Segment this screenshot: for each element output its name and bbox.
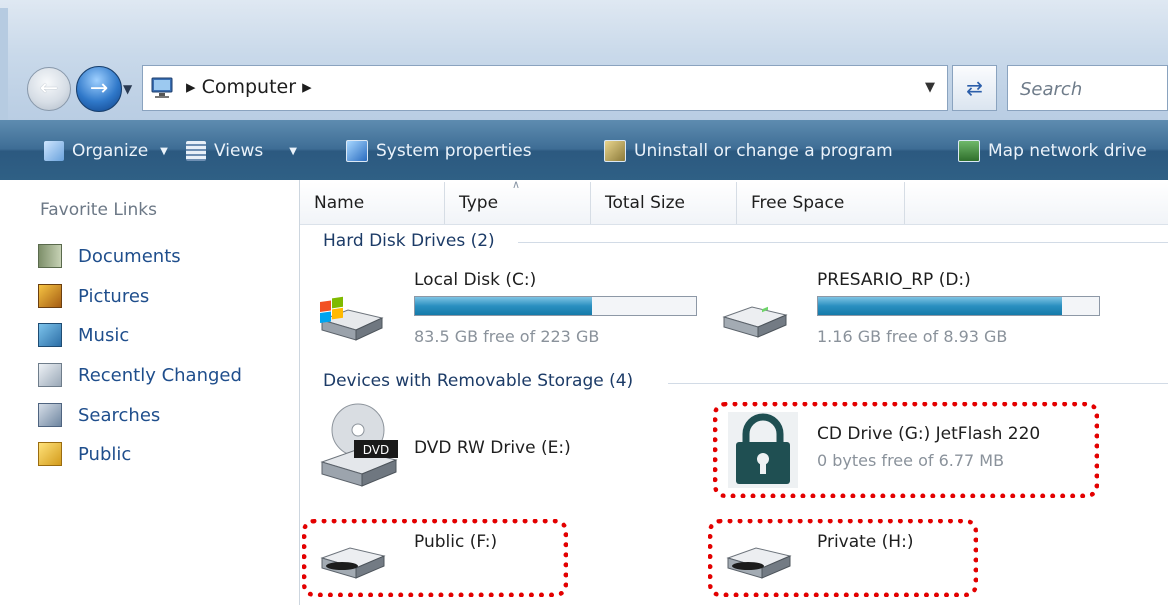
back-button[interactable]: ←: [27, 67, 71, 111]
address-dropdown-icon[interactable]: ▼: [925, 80, 935, 95]
organize-label: Organize: [72, 141, 149, 161]
nav-item-label: Documents: [78, 245, 181, 267]
nav-item-searches[interactable]: Searches: [38, 400, 160, 430]
sort-ascending-icon: ∧: [512, 178, 521, 191]
map-network-drive-icon: [958, 140, 980, 162]
pictures-icon: [38, 284, 62, 308]
system-properties-label: System properties: [376, 141, 532, 161]
search-input[interactable]: [1018, 67, 1162, 111]
uninstall-label: Uninstall or change a program: [634, 141, 893, 161]
column-header-total-size[interactable]: Total Size: [591, 182, 737, 224]
group-divider: [668, 383, 1168, 384]
highlight-annotation: [302, 519, 568, 597]
nav-item-label: Recently Changed: [78, 364, 242, 386]
drive-usage-fill: [818, 297, 1063, 315]
music-icon: [38, 323, 62, 347]
nav-item-pictures[interactable]: Pictures: [38, 281, 149, 311]
nav-item-label: Music: [78, 324, 130, 346]
nav-item-label: Searches: [78, 404, 161, 426]
group-label: Devices with Removable Storage (4): [323, 371, 634, 391]
views-icon: [186, 141, 206, 161]
map-network-drive-label: Map network drive: [988, 141, 1147, 161]
system-properties-icon: [346, 140, 368, 162]
group-header-removable[interactable]: Devices with Removable Storage (4): [323, 371, 633, 391]
breadcrumb-separator-icon[interactable]: ▸: [296, 76, 312, 98]
back-arrow-icon: ←: [39, 76, 59, 101]
highlight-annotation: [708, 519, 978, 597]
drive-usage-bar: [817, 296, 1100, 316]
forward-button[interactable]: →: [76, 66, 122, 112]
documents-icon: [38, 244, 62, 268]
recent-pages-dropdown-icon[interactable]: ▼: [123, 82, 132, 96]
group-label: Hard Disk Drives (2): [323, 231, 495, 251]
nav-item-label: Pictures: [78, 285, 150, 307]
refresh-icon: ⇄: [966, 76, 983, 100]
refresh-button[interactable]: ⇄: [952, 65, 997, 111]
highlight-annotation: [713, 402, 1099, 498]
breadcrumb[interactable]: ▸ Computer ▸: [186, 76, 312, 98]
column-header-name[interactable]: Name: [300, 182, 445, 224]
windows-hdd-icon: [320, 296, 384, 341]
system-properties-button[interactable]: System properties: [346, 136, 532, 166]
chevron-down-icon: ▼: [289, 145, 297, 157]
search-box[interactable]: [1007, 65, 1168, 111]
column-header-free-space[interactable]: Free Space: [737, 182, 905, 224]
public-folder-icon: [38, 442, 62, 466]
organize-icon: [44, 141, 64, 161]
organize-button[interactable]: Organize ▼: [44, 136, 168, 166]
drive-usage-bar: [414, 296, 697, 316]
drive-name: DVD RW Drive (E:): [414, 438, 571, 458]
recently-changed-icon: [38, 363, 62, 387]
favorite-links-heading: Favorite Links: [40, 200, 158, 220]
nav-item-music[interactable]: Music: [38, 320, 129, 350]
uninstall-program-button[interactable]: Uninstall or change a program: [604, 136, 893, 166]
views-button[interactable]: Views ▼: [186, 136, 297, 166]
breadcrumb-computer[interactable]: Computer: [202, 76, 296, 98]
nav-item-public[interactable]: Public: [38, 439, 131, 469]
computer-icon: [151, 77, 173, 98]
chevron-down-icon: ▼: [160, 145, 168, 157]
hdd-icon: [722, 306, 788, 338]
drive-name: Local Disk (C:): [414, 270, 537, 290]
nav-item-recently-changed[interactable]: Recently Changed: [38, 360, 242, 390]
breadcrumb-separator-icon[interactable]: ▸: [186, 76, 202, 98]
dvd-drive-icon: DVD: [320, 403, 398, 487]
dvd-badge-text: DVD: [363, 443, 389, 457]
drive-free-space: 83.5 GB free of 223 GB: [414, 327, 600, 346]
nav-item-label: Public: [78, 443, 132, 465]
group-divider: [518, 242, 1168, 243]
searches-icon: [38, 403, 62, 427]
uninstall-icon: [604, 140, 626, 162]
map-network-drive-button[interactable]: Map network drive: [958, 136, 1147, 166]
drive-usage-fill: [415, 297, 593, 315]
forward-arrow-icon: →: [89, 76, 109, 101]
window-frame-edge: [0, 8, 8, 128]
views-label: Views: [214, 141, 264, 161]
drive-name: PRESARIO_RP (D:): [817, 270, 971, 290]
group-header-hard-disks[interactable]: Hard Disk Drives (2): [323, 231, 495, 251]
nav-item-documents[interactable]: Documents: [38, 241, 181, 271]
drive-free-space: 1.16 GB free of 8.93 GB: [817, 327, 1008, 346]
